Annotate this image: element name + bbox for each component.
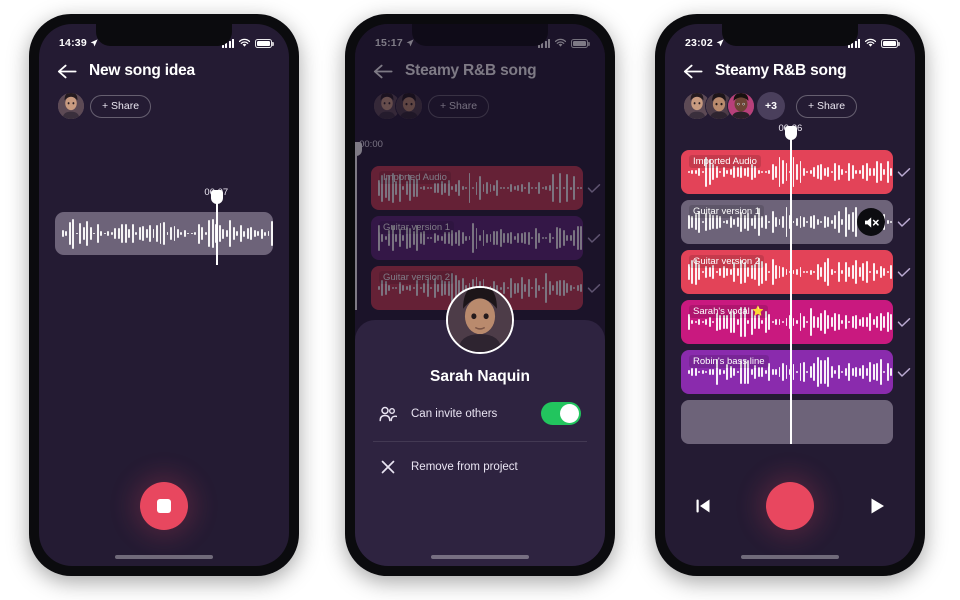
waveform (55, 212, 273, 255)
audio-track[interactable]: Sarah's vocal ⭐ (681, 300, 893, 344)
transport-controls (665, 482, 915, 530)
page-title: Steamy R&B song (715, 62, 847, 79)
avatar[interactable] (727, 92, 755, 120)
track-rows: Imported Audio Guitar version 1 Guitar ver… (681, 150, 915, 444)
track-label: Robin's bass line (689, 355, 769, 368)
screenshot-stage: 14:39 New song idea + Share Sarah Naquin… (0, 0, 960, 600)
share-label: + Share (102, 100, 140, 112)
collaborators-row: + Share (57, 92, 271, 120)
phone-screen: 23:02 Steamy R&B song +3 + Share Importe… (665, 24, 915, 566)
track-row: Imported Audio (681, 150, 915, 194)
remove-from-project-row[interactable]: Remove from project (373, 441, 587, 492)
phone-multitrack: 23:02 Steamy R&B song +3 + Share Importe… (655, 14, 925, 576)
audio-track[interactable]: Imported Audio (681, 150, 893, 194)
share-label: + Share (808, 100, 846, 112)
device-notch (722, 24, 858, 46)
avatar (446, 286, 514, 354)
track-label: Sarah's vocal ⭐ (689, 305, 769, 318)
audio-track[interactable] (55, 212, 273, 255)
track-list: 00:26 Imported AudioGuitar version 1Guit… (665, 123, 915, 444)
playhead-grip[interactable] (211, 190, 224, 204)
track-check-icon[interactable] (893, 367, 915, 378)
solo-track-area: 00:07 (55, 187, 273, 265)
member-name: Sarah Naquin (430, 368, 530, 385)
track-row: Guitar version 1 (681, 200, 915, 244)
status-time: 14:39 (59, 37, 87, 49)
remove-from-project-label: Remove from project (411, 461, 518, 473)
audio-track[interactable]: Robin's bass line (681, 350, 893, 394)
record-button[interactable] (766, 482, 814, 530)
wifi-icon (238, 38, 251, 47)
status-time: 23:02 (685, 37, 713, 49)
stop-square-icon (157, 499, 171, 513)
can-invite-others-label: Can invite others (411, 407, 498, 420)
playhead[interactable] (785, 126, 798, 444)
audio-track[interactable] (681, 400, 893, 444)
close-x-icon (379, 458, 397, 476)
transport-controls (39, 482, 289, 530)
play-icon[interactable] (866, 495, 888, 517)
app-header: New song idea + Share (39, 54, 289, 120)
audio-track[interactable]: Guitar version 1 (681, 200, 893, 244)
app-header: Steamy R&B song +3 + Share (665, 54, 915, 120)
phone-new-song: 14:39 New song idea + Share (29, 14, 299, 576)
phone-screen: 14:39 New song idea + Share (39, 24, 289, 566)
phone-screen: 15:17 Stea (355, 24, 605, 566)
avatar[interactable] (57, 92, 85, 120)
home-indicator (431, 555, 529, 559)
home-indicator (741, 555, 839, 559)
skip-to-start-icon[interactable] (692, 495, 714, 517)
battery-icon (255, 38, 274, 48)
location-arrow-icon (90, 39, 98, 47)
page-title: New song idea (89, 62, 195, 79)
track-label: Guitar version 2 (689, 255, 765, 268)
playhead-grip[interactable] (785, 126, 798, 140)
back-arrow-icon[interactable] (683, 63, 703, 80)
back-arrow-icon[interactable] (57, 63, 77, 80)
track-row: Sarah's vocal ⭐ (681, 300, 915, 344)
battery-icon (881, 38, 900, 48)
audio-track[interactable]: Guitar version 2 (681, 250, 893, 294)
home-indicator (115, 555, 213, 559)
share-button[interactable]: + Share (796, 94, 858, 118)
share-button[interactable]: + Share (90, 94, 152, 118)
track-row: Robin's bass line (681, 350, 915, 394)
speaker-mute-icon[interactable] (857, 208, 885, 236)
track-check-icon[interactable] (893, 317, 915, 328)
location-arrow-icon (716, 39, 724, 47)
track-row: Guitar version 2 (681, 250, 915, 294)
track-label: Guitar version 1 (689, 205, 765, 218)
avatar-group[interactable] (57, 92, 85, 120)
device-notch (96, 24, 232, 46)
track-check-icon[interactable] (893, 167, 915, 178)
member-bottom-sheet: Sarah Naquin Can invite others Remove fr… (355, 286, 605, 566)
track-row (681, 400, 915, 444)
collaborators-row: +3 + Share (683, 92, 897, 120)
avatar-group[interactable] (683, 92, 755, 120)
can-invite-others-row[interactable]: Can invite others (373, 386, 587, 441)
stop-record-button[interactable] (140, 482, 188, 530)
can-invite-others-toggle[interactable] (541, 402, 581, 425)
people-icon (379, 405, 397, 423)
playhead[interactable] (211, 190, 224, 265)
wifi-icon (864, 38, 877, 47)
toggle-knob (560, 404, 579, 423)
phone-member-sheet: 15:17 Stea (345, 14, 615, 576)
more-collaborators-badge[interactable]: +3 (757, 92, 785, 120)
track-check-icon[interactable] (893, 267, 915, 278)
track-label: Imported Audio (689, 155, 761, 168)
track-check-icon[interactable] (893, 217, 915, 228)
